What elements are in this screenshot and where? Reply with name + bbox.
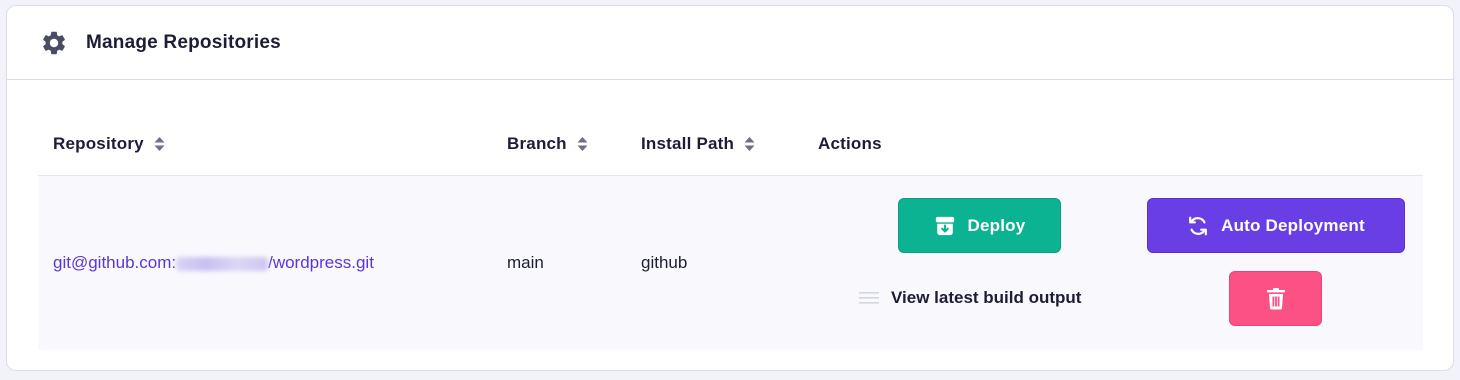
- list-icon: [859, 292, 879, 304]
- branch-cell: main: [507, 253, 544, 272]
- column-header-install-path[interactable]: Install Path: [641, 134, 755, 154]
- deploy-label: Deploy: [967, 215, 1026, 235]
- build-output-label: View latest build output: [891, 288, 1082, 307]
- sort-icon: [154, 137, 165, 151]
- view-build-output-link[interactable]: View latest build output: [859, 288, 1081, 308]
- redacted-username: [176, 256, 269, 271]
- sort-icon: [744, 137, 755, 151]
- repo-url-prefix: git@github.com:: [53, 253, 177, 272]
- manage-repositories-card: Manage Repositories Repository Branch In…: [6, 5, 1454, 371]
- delete-button[interactable]: [1229, 271, 1322, 326]
- gear-icon: [40, 29, 68, 57]
- column-header-repository[interactable]: Repository: [53, 134, 165, 154]
- column-label: Repository: [53, 134, 144, 153]
- install-path-cell: github: [641, 253, 688, 272]
- repository-cell: git@github.com: /wordpress.git: [53, 253, 374, 273]
- table-row: git@github.com: /wordpress.git main githu…: [38, 175, 1423, 350]
- trash-icon: [1266, 287, 1285, 309]
- column-label: Actions: [818, 134, 882, 153]
- sync-icon: [1189, 216, 1208, 235]
- archive-download-icon: [935, 216, 954, 235]
- table-header: Repository Branch Install Path Actions: [38, 126, 1423, 175]
- sort-icon: [577, 137, 588, 151]
- column-header-branch[interactable]: Branch: [507, 134, 588, 154]
- card-header: Manage Repositories: [7, 6, 1453, 80]
- column-header-actions: Actions: [818, 134, 882, 154]
- auto-deployment-label: Auto Deployment: [1221, 215, 1365, 235]
- repo-url-suffix: /wordpress.git: [268, 253, 374, 272]
- page-title: Manage Repositories: [86, 31, 281, 53]
- auto-deployment-button[interactable]: Auto Deployment: [1147, 198, 1405, 253]
- deploy-button[interactable]: Deploy: [898, 198, 1061, 253]
- repositories-table: Repository Branch Install Path Actions g…: [38, 126, 1423, 350]
- column-label: Install Path: [641, 134, 735, 153]
- repository-link[interactable]: git@github.com: /wordpress.git: [53, 253, 374, 272]
- column-label: Branch: [507, 134, 567, 153]
